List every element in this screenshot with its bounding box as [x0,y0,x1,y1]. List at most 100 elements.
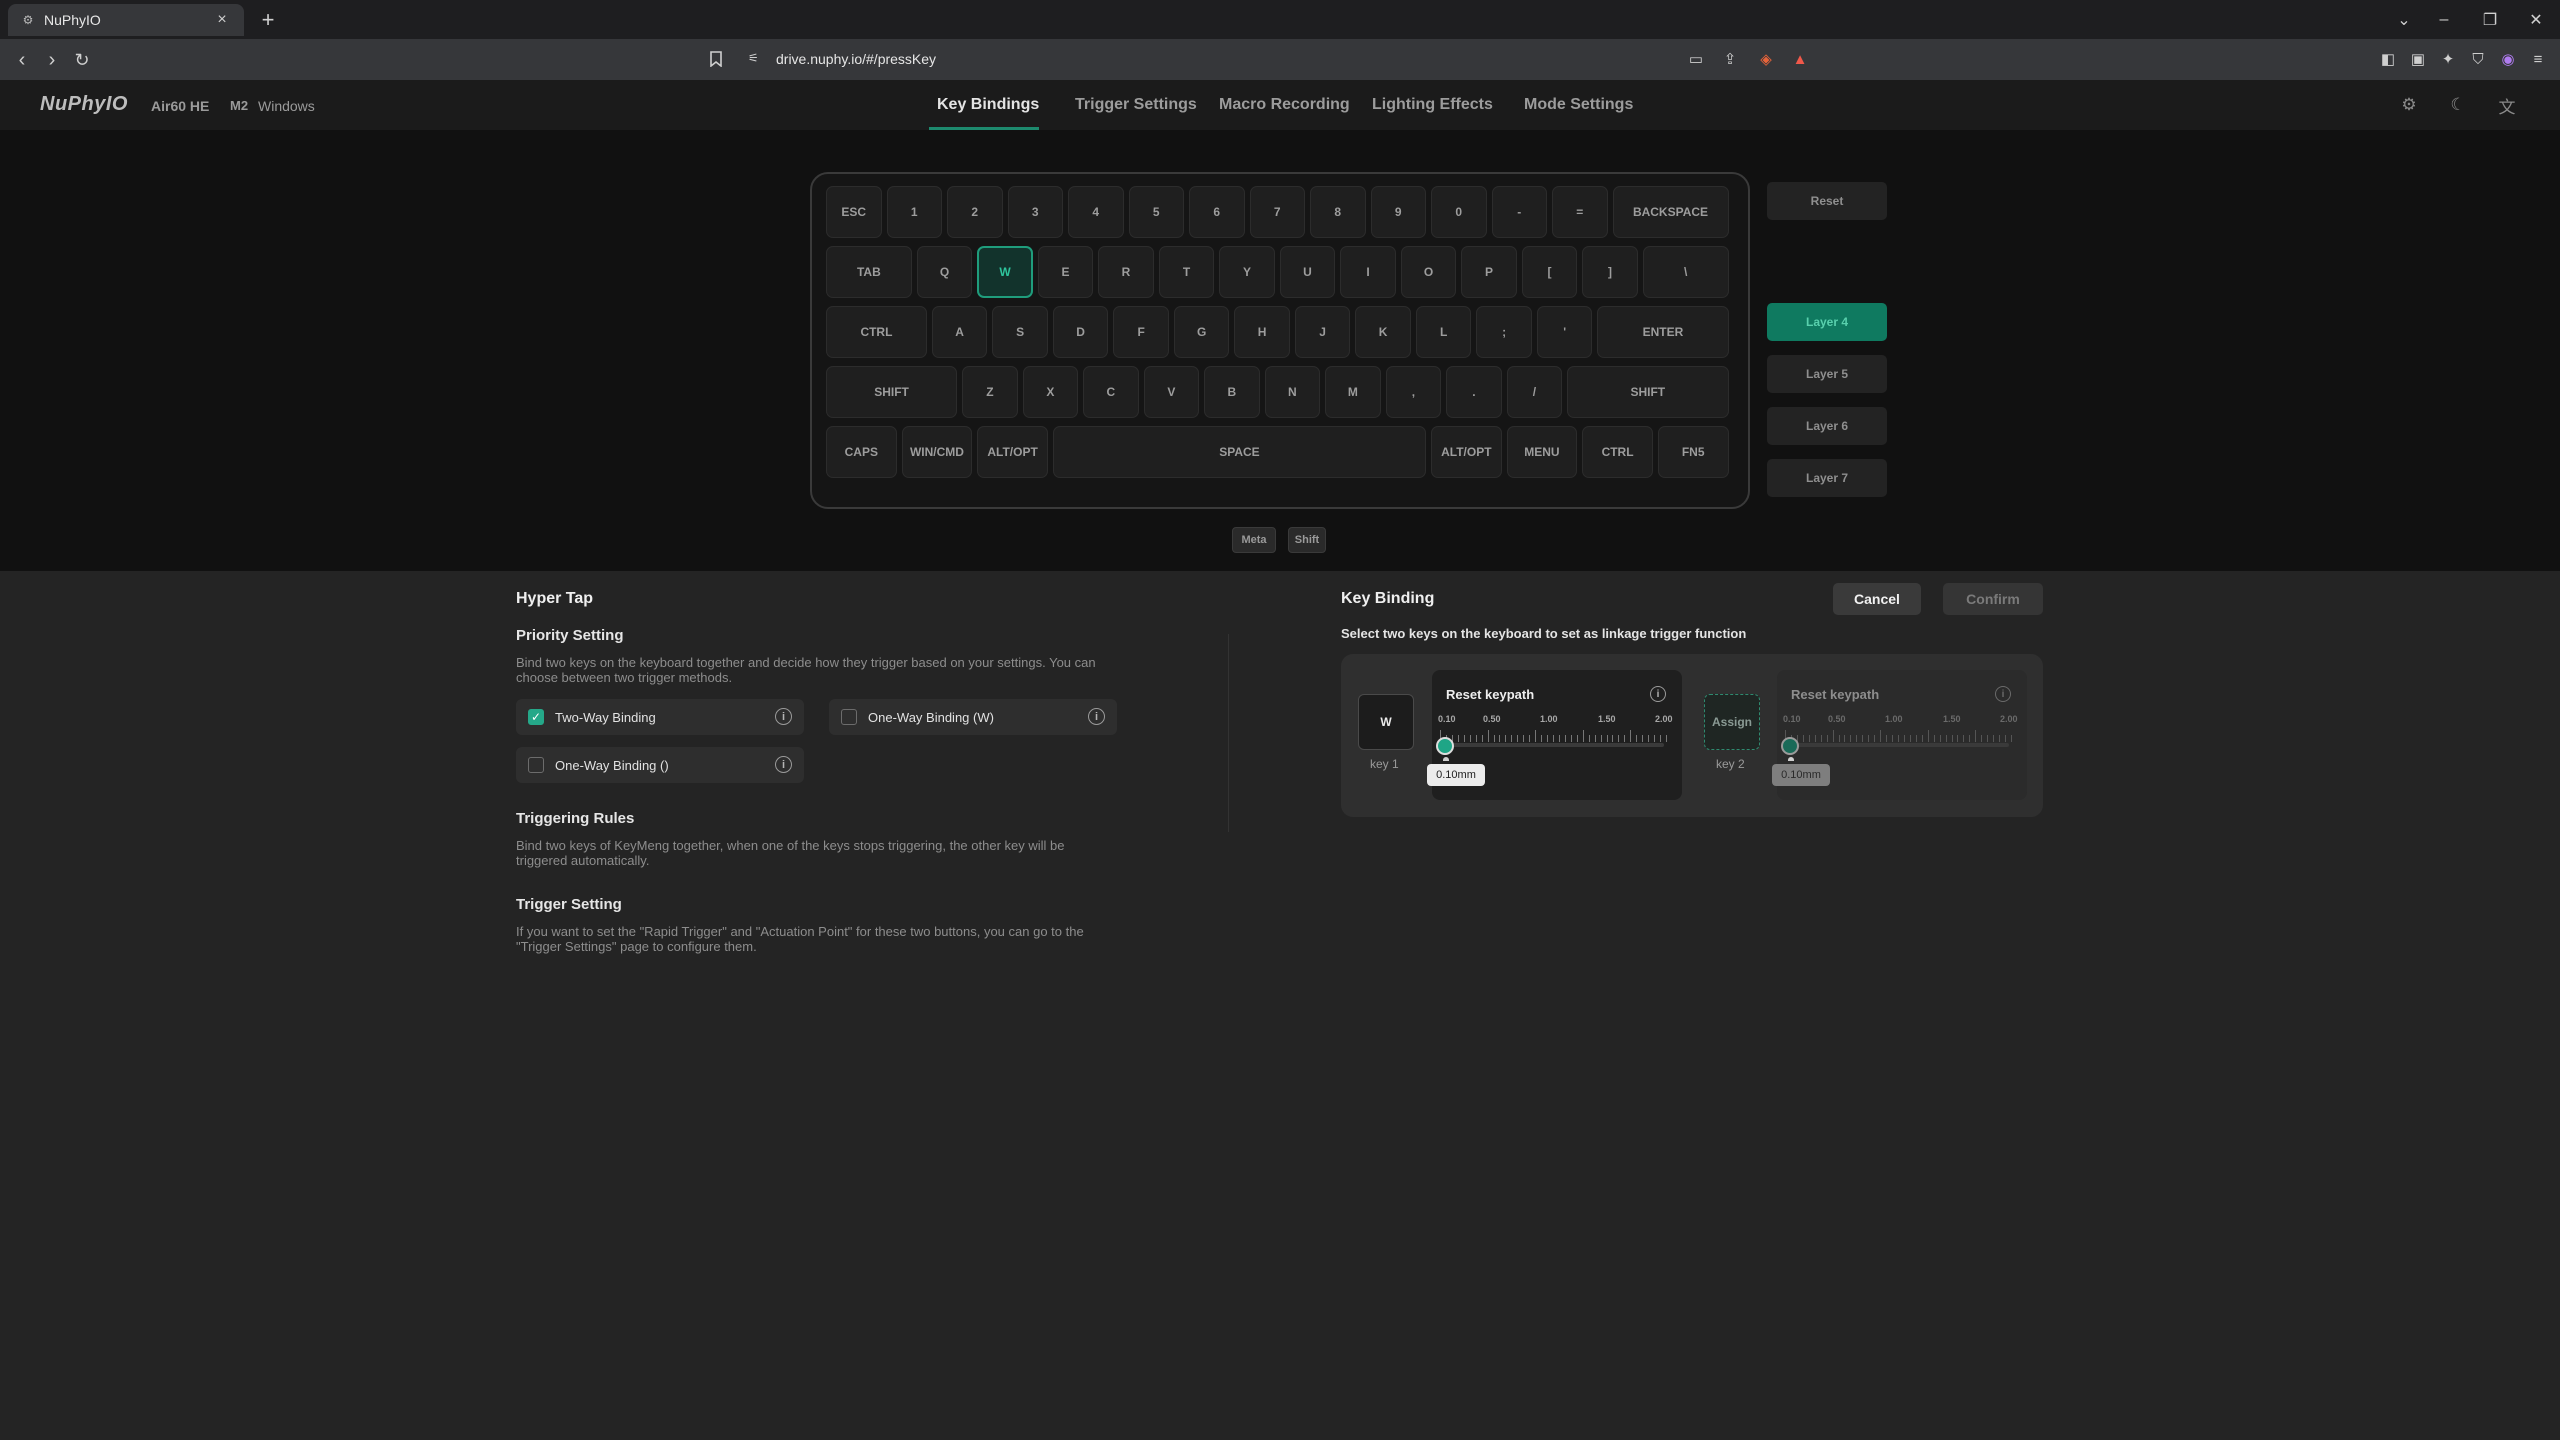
browser-tab[interactable]: ⚙ NuPhyIO × [8,4,244,36]
profile-icon[interactable]: ◉ [2496,47,2520,71]
tab-trigger-settings[interactable]: Trigger Settings [1075,96,1197,114]
key-o[interactable]: O [1400,246,1457,298]
key-fn5[interactable]: FN5 [1657,426,1729,478]
key-g[interactable]: G [1173,306,1230,358]
checkbox-checked-icon[interactable]: ✓ [528,709,544,725]
key-6[interactable]: 6 [1189,186,1245,238]
rewards-icon[interactable]: ▲ [1788,47,1812,71]
meta-modifier-button[interactable]: Meta [1232,527,1276,553]
key-s[interactable]: S [992,306,1048,358]
info-icon[interactable]: i [1088,708,1105,725]
key-8[interactable]: 8 [1310,186,1366,238]
key-z[interactable]: Z [962,366,1018,418]
keypath-slider-thumb[interactable] [1436,737,1454,755]
key1-slot[interactable]: W [1358,694,1414,750]
dark-mode-icon[interactable]: ☾ [2447,94,2469,116]
leo-ai-icon[interactable]: ✦ [2436,47,2460,71]
settings-icon[interactable]: ⚙ [2398,94,2420,116]
site-info-icon[interactable]: ⚟ [748,51,764,67]
key-h[interactable]: H [1234,306,1290,358]
confirm-button[interactable]: Confirm [1943,583,2043,615]
layer-7-button[interactable]: Layer 7 [1767,459,1887,497]
keypath-slider-track[interactable] [1442,743,1664,747]
keypath-slider-track[interactable] [1787,743,2009,747]
shift-modifier-button[interactable]: Shift [1288,527,1326,553]
key-3[interactable]: 3 [1007,186,1063,238]
key-menu[interactable]: MENU [1506,426,1578,478]
sidebar-icon[interactable]: ◧ [2376,47,2400,71]
key-2[interactable]: 2 [947,186,1003,238]
key-l[interactable]: L [1415,306,1472,358]
forward-icon[interactable]: › [38,46,66,74]
key-ctrl[interactable]: CTRL [1582,426,1653,478]
key-m[interactable]: M [1325,366,1381,418]
key-r[interactable]: R [1098,246,1154,298]
layer-6-button[interactable]: Layer 6 [1767,407,1887,445]
key-n[interactable]: N [1264,366,1321,418]
one-way-binding-w-option[interactable]: One-Way Binding (W) i [829,699,1117,735]
minimize-icon[interactable]: – [2426,6,2462,34]
key-tab[interactable]: TAB [826,246,912,298]
key-esc[interactable]: ESC [826,186,882,238]
vpn-icon[interactable]: ⛉ [2466,47,2490,71]
key-sym-1-11[interactable]: [ [1521,246,1578,298]
info-icon[interactable]: i [775,756,792,773]
key-alt-opt[interactable]: ALT/OPT [1431,426,1502,478]
key-e[interactable]: E [1037,246,1094,298]
key-sym-3-9[interactable]: . [1446,366,1502,418]
key-j[interactable]: J [1294,306,1351,358]
key-y[interactable]: Y [1219,246,1275,298]
key-sym-3-10[interactable]: / [1506,366,1563,418]
key-1[interactable]: 1 [886,186,942,238]
window-close-icon[interactable]: ✕ [2518,6,2554,34]
tab-list-chevron-icon[interactable]: ⌄ [2386,6,2422,34]
new-tab-icon[interactable]: + [256,7,280,32]
key-u[interactable]: U [1279,246,1336,298]
key-shift[interactable]: SHIFT [826,366,958,418]
key-4[interactable]: 4 [1068,186,1124,238]
bookmark-icon[interactable] [704,47,728,71]
key-v[interactable]: V [1143,366,1200,418]
key-sym-1-13[interactable]: \ [1642,246,1729,298]
key-alt-opt[interactable]: ALT/OPT [977,426,1048,478]
key-space[interactable]: SPACE [1052,426,1426,478]
key-5[interactable]: 5 [1128,186,1184,238]
key-d[interactable]: D [1052,306,1109,358]
share-icon[interactable]: ⇪ [1718,47,1742,71]
cast-icon[interactable]: ▭ [1684,47,1708,71]
key-b[interactable]: B [1204,366,1260,418]
tab-lighting-effects[interactable]: Lighting Effects [1372,96,1493,114]
key-ctrl[interactable]: CTRL [826,306,927,358]
key-sym-0-11[interactable]: - [1491,186,1547,238]
address-bar[interactable]: ⚟ drive.nuphy.io/#/pressKey [740,44,1816,74]
key-c[interactable]: C [1083,366,1139,418]
key-sym-0-12[interactable]: = [1552,186,1608,238]
info-icon[interactable]: i [775,708,792,725]
key-p[interactable]: P [1461,246,1517,298]
tab-macro-recording[interactable]: Macro Recording [1219,96,1350,114]
key-0[interactable]: 0 [1431,186,1487,238]
key-t[interactable]: T [1158,246,1215,298]
two-way-binding-option[interactable]: ✓ Two-Way Binding i [516,699,804,735]
brave-shield-icon[interactable]: ◈ [1754,47,1778,71]
tab-key-bindings[interactable]: Key Bindings [937,96,1039,114]
layer-4-button[interactable]: Layer 4 [1767,303,1887,341]
key2-assign-slot[interactable]: Assign [1704,694,1760,750]
key-7[interactable]: 7 [1249,186,1305,238]
tab-close-icon[interactable]: × [212,10,232,30]
language-icon[interactable]: 文 [2496,94,2518,117]
key-i[interactable]: I [1340,246,1396,298]
reload-icon[interactable]: ↻ [68,46,96,74]
key-f[interactable]: F [1113,306,1169,358]
wallet-icon[interactable]: ▣ [2406,47,2430,71]
restore-icon[interactable]: ❐ [2472,6,2508,34]
keypath-slider-thumb[interactable] [1781,737,1799,755]
key-enter[interactable]: ENTER [1597,306,1729,358]
back-icon[interactable]: ‹ [8,46,36,74]
key-q[interactable]: Q [916,246,973,298]
menu-icon[interactable]: ≡ [2526,47,2550,71]
info-icon[interactable]: i [1650,686,1666,702]
key-win-cmd[interactable]: WIN/CMD [901,426,973,478]
key-9[interactable]: 9 [1370,186,1426,238]
key-sym-2-10[interactable]: ; [1476,306,1532,358]
